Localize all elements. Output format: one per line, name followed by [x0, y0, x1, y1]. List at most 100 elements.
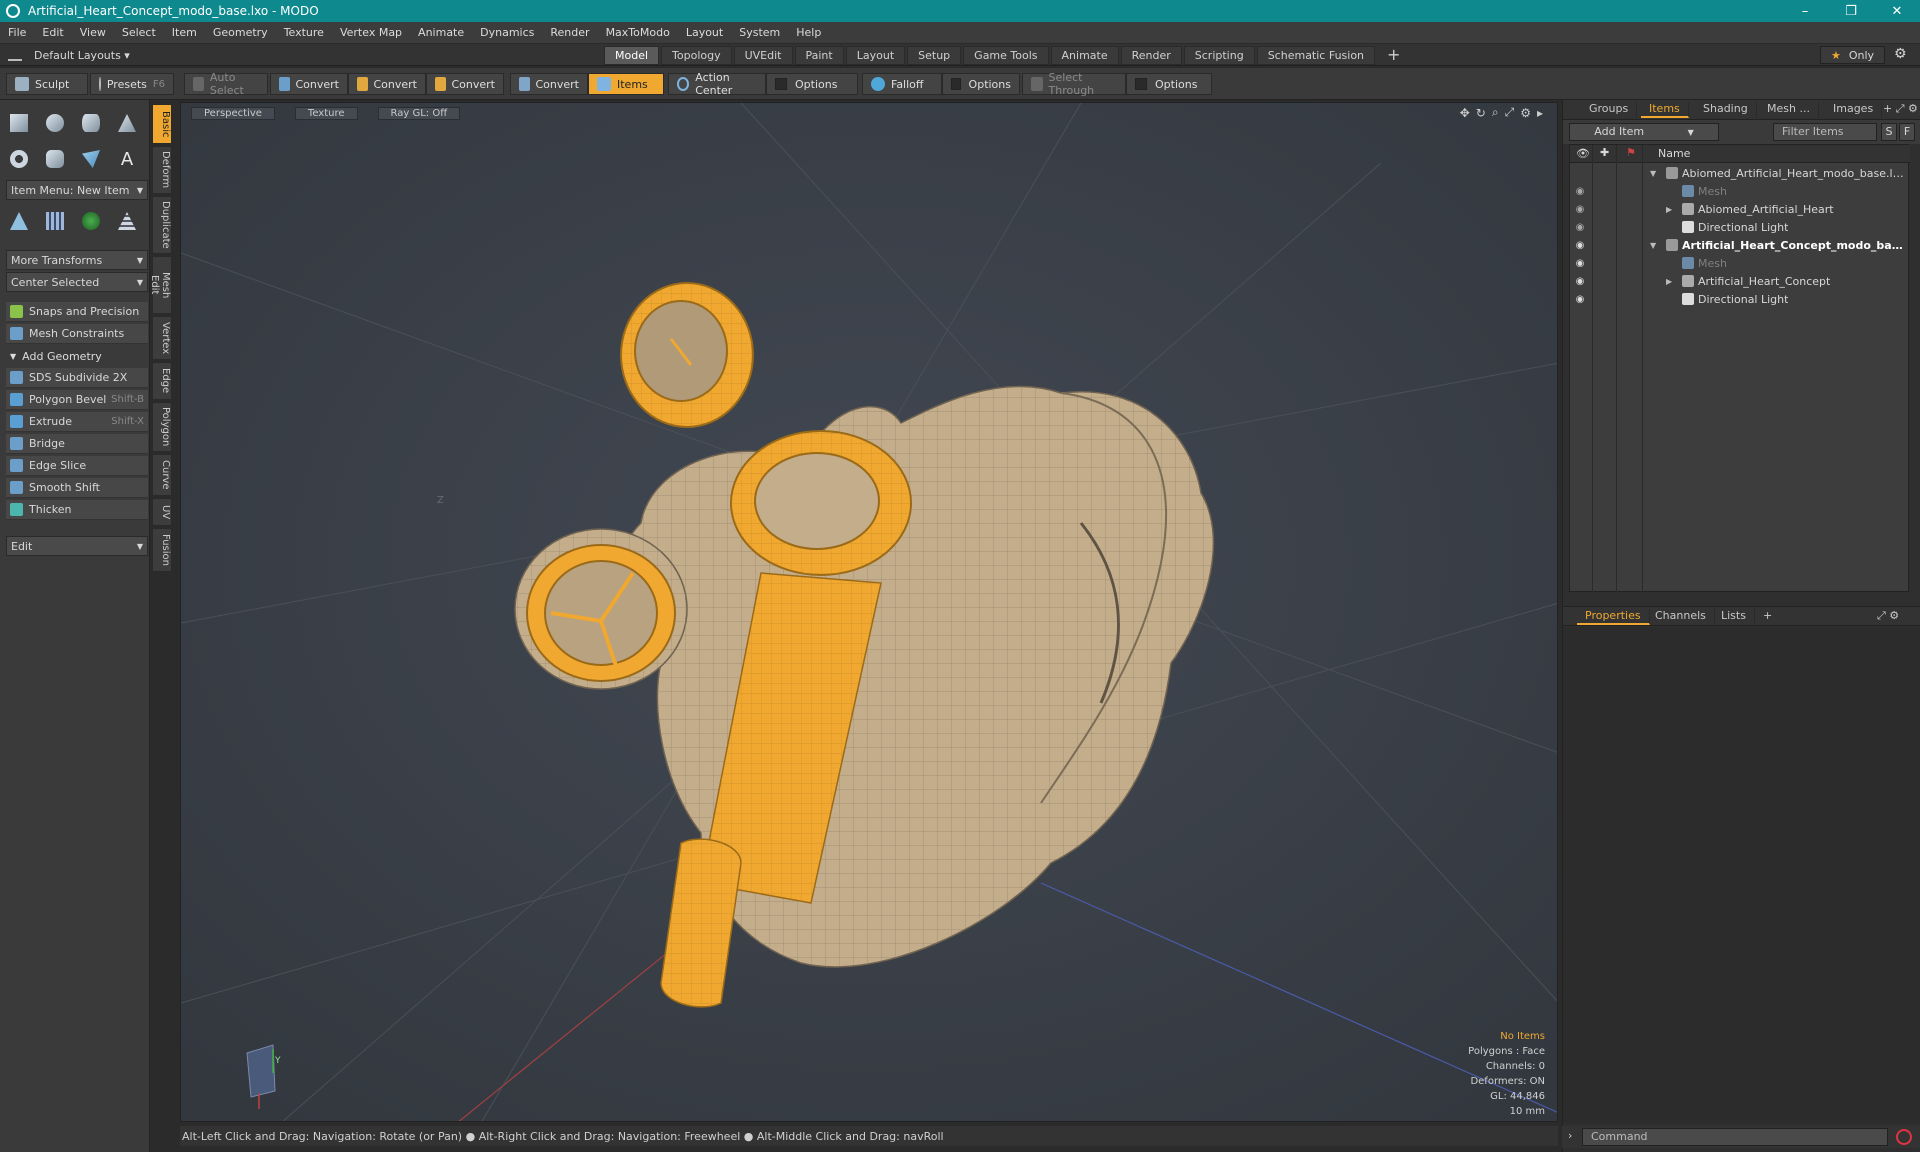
item-menu-dropdown[interactable]: Item Menu: New Item ▼: [6, 180, 148, 200]
convert-edges-button[interactable]: Convert: [348, 73, 426, 95]
visibility-eye-icon[interactable]: ◉: [1574, 240, 1586, 251]
stretch-tool-button[interactable]: [112, 206, 142, 236]
tab-scripting[interactable]: Scripting: [1183, 45, 1255, 65]
tab-shading[interactable]: Shading: [1695, 102, 1757, 118]
tree-row-mesh-2[interactable]: ◉ Mesh: [1570, 254, 1910, 272]
middle-valve-ring[interactable]: [730, 430, 912, 576]
menu-view[interactable]: View: [72, 26, 114, 39]
vtab-polygon[interactable]: Polygon: [152, 402, 172, 452]
convert-polygons-button[interactable]: Convert: [426, 73, 504, 95]
tree-row-scene-2[interactable]: ◉ ▼ Artificial_Heart_Concept_modo_bas...: [1570, 236, 1910, 254]
menu-select[interactable]: Select: [114, 26, 164, 39]
left-valve-ring[interactable]: [514, 528, 688, 690]
menu-system[interactable]: System: [731, 26, 788, 39]
menu-dynamics[interactable]: Dynamics: [472, 26, 542, 39]
bridge-button[interactable]: Bridge: [6, 434, 148, 454]
menu-vertex-map[interactable]: Vertex Map: [332, 26, 410, 39]
gear-icon[interactable]: ⚙: [1894, 46, 1907, 62]
orbit-icon[interactable]: ↻: [1476, 106, 1486, 120]
convert-vertices-button[interactable]: Convert: [270, 73, 348, 95]
maximize-icon[interactable]: ⤢: [1505, 105, 1515, 120]
vtab-basic[interactable]: Basic: [152, 104, 172, 144]
vtab-edge[interactable]: Edge: [152, 362, 172, 400]
menu-layout[interactable]: Layout: [678, 26, 731, 39]
menu-render[interactable]: Render: [542, 26, 597, 39]
view-mode-dropdown[interactable]: Perspective: [191, 106, 275, 120]
lock-column-icon[interactable]: ✚: [1600, 146, 1609, 159]
extrude-button[interactable]: Extrude Shift-X: [6, 412, 148, 432]
viewport-menu-icon[interactable]: ▸: [1537, 106, 1543, 120]
tree-row-light-1[interactable]: ◉ Directional Light: [1570, 218, 1910, 236]
convert-items-button[interactable]: Convert: [510, 73, 588, 95]
tab-setup[interactable]: Setup: [907, 45, 962, 65]
cylinder-primitive-button[interactable]: [76, 108, 106, 138]
tab-mesh[interactable]: Mesh ...: [1759, 102, 1819, 118]
tree-row-light-2[interactable]: ◉ Directional Light: [1570, 290, 1910, 308]
vtab-uv[interactable]: UV: [152, 498, 172, 526]
tree-row-mesh-1[interactable]: ◉ Mesh: [1570, 182, 1910, 200]
sds-subdivide-button[interactable]: SDS Subdivide 2X: [6, 368, 148, 388]
vtab-mesh-edit[interactable]: Mesh Edit: [149, 256, 172, 314]
options-checkbox-1[interactable]: [775, 78, 787, 90]
s-button[interactable]: S: [1881, 123, 1897, 141]
panel-options-icon[interactable]: + ⤢ ⚙: [1883, 102, 1918, 116]
tab-items[interactable]: Items: [1641, 102, 1689, 118]
options-button-3[interactable]: Options: [1126, 73, 1212, 95]
f-button[interactable]: F: [1899, 123, 1915, 141]
minimize-button[interactable]: –: [1782, 4, 1828, 19]
items-mode-button[interactable]: Items: [588, 73, 664, 95]
menu-help[interactable]: Help: [788, 26, 829, 39]
tree-row-scene-1[interactable]: ▼ Abiomed_Artificial_Heart_modo_base.lxo…: [1570, 164, 1910, 182]
3d-viewport[interactable]: Y Z Perspective Texture Ray GL: Off ✥ ↻ …: [180, 102, 1558, 1122]
tab-render[interactable]: Render: [1120, 45, 1182, 65]
menu-geometry[interactable]: Geometry: [205, 26, 276, 39]
tab-channels[interactable]: Channels: [1647, 609, 1715, 625]
sphere-primitive-button[interactable]: [40, 108, 70, 138]
tab-model[interactable]: Model: [604, 45, 660, 65]
smooth-shift-button[interactable]: Smooth Shift: [6, 478, 148, 498]
expand-toggle[interactable]: ▼: [1650, 241, 1660, 250]
text-tool-button[interactable]: A: [112, 144, 142, 174]
rotate-tool-button[interactable]: [76, 206, 106, 236]
zoom-icon[interactable]: ⌕: [1492, 105, 1499, 120]
more-transforms-dropdown[interactable]: More Transforms ▼: [6, 250, 148, 270]
add-tab-button[interactable]: +: [1377, 47, 1410, 63]
mesh-constraints-button[interactable]: Mesh Constraints: [6, 324, 148, 344]
select-through-button[interactable]: Select Through: [1022, 71, 1126, 97]
visibility-eye-icon[interactable]: ◉: [1574, 186, 1586, 197]
raygl-dropdown[interactable]: Ray GL: Off: [377, 106, 461, 120]
vtab-fusion[interactable]: Fusion: [152, 528, 172, 572]
snaps-precision-button[interactable]: Snaps and Precision: [6, 302, 148, 322]
tab-images[interactable]: Images: [1825, 102, 1883, 118]
tab-topology[interactable]: Topology: [661, 45, 732, 65]
options-button-1[interactable]: Options: [766, 73, 858, 95]
viewport-scene[interactable]: Y Z: [181, 103, 1558, 1122]
expand-toggle[interactable]: ▼: [1650, 169, 1660, 178]
visibility-column-icon[interactable]: 👁: [1576, 147, 1590, 160]
torus-primitive-button[interactable]: [4, 144, 34, 174]
vtab-deform[interactable]: Deform: [152, 146, 172, 194]
name-column-header[interactable]: Name: [1658, 147, 1690, 160]
add-geometry-header[interactable]: ▼ Add Geometry: [6, 346, 148, 366]
record-icon[interactable]: [1896, 1129, 1912, 1145]
tab-paint[interactable]: Paint: [794, 45, 844, 65]
tab-game-tools[interactable]: Game Tools: [963, 45, 1049, 65]
cube-primitive-button[interactable]: [4, 108, 34, 138]
vtab-vertex[interactable]: Vertex: [152, 316, 172, 360]
menu-texture[interactable]: Texture: [276, 26, 332, 39]
default-layouts-dropdown[interactable]: Default Layouts ▾: [8, 44, 130, 66]
options-checkbox-2[interactable]: [951, 78, 961, 90]
auto-select-button[interactable]: Auto Select: [184, 71, 268, 97]
action-center-button[interactable]: Action Center: [668, 71, 766, 97]
edge-slice-button[interactable]: Edge Slice: [6, 456, 148, 476]
center-selected-dropdown[interactable]: Center Selected ▼: [6, 272, 148, 292]
viewport-gear-icon[interactable]: ⚙: [1520, 106, 1531, 120]
tree-row-group-2[interactable]: ◉ ▶ Artificial_Heart_Concept: [1570, 272, 1910, 290]
scale-tool-button[interactable]: [40, 206, 70, 236]
visibility-eye-icon[interactable]: ◉: [1574, 258, 1586, 269]
tab-uvedit[interactable]: UVEdit: [733, 45, 793, 65]
add-item-button[interactable]: Add Item ▼: [1569, 123, 1719, 141]
thicken-button[interactable]: Thicken: [6, 500, 148, 520]
tube-primitive-button[interactable]: [40, 144, 70, 174]
menu-edit[interactable]: Edit: [34, 26, 71, 39]
